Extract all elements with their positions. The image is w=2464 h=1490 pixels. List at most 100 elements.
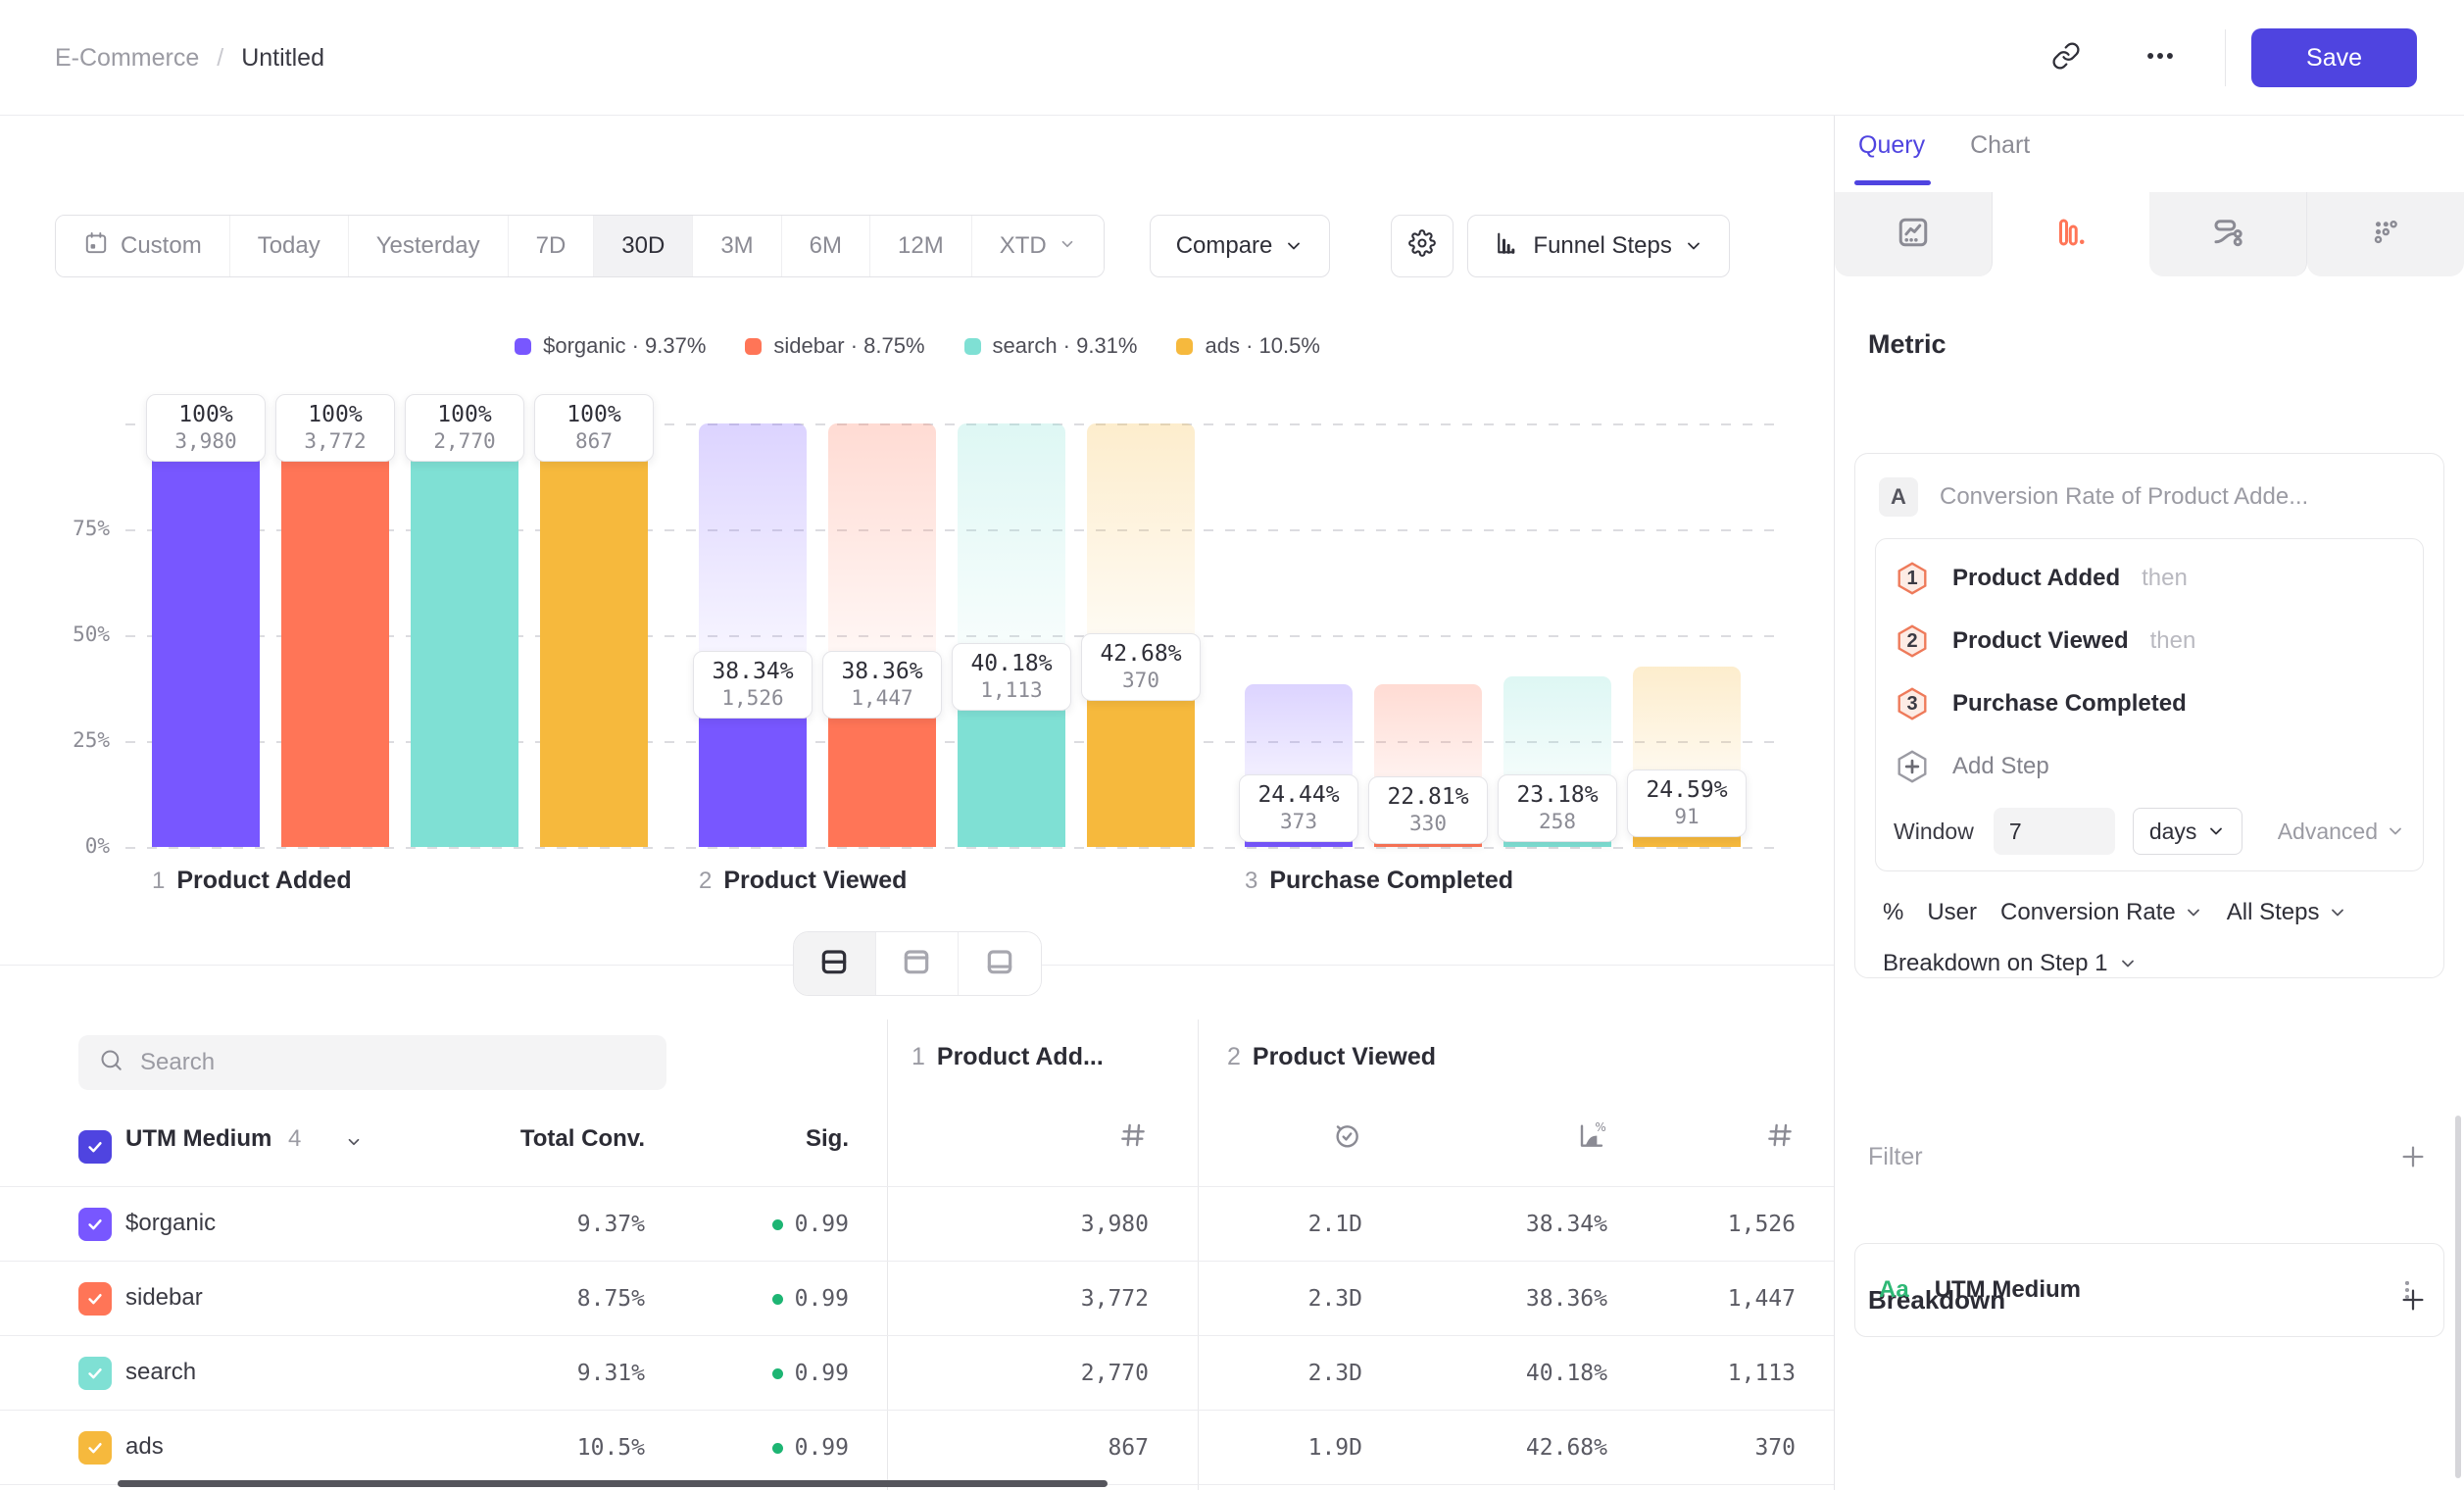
bar-value-label: 100%2,770	[405, 394, 524, 462]
chevron-down-icon	[2118, 954, 2138, 973]
save-button[interactable]: Save	[2251, 28, 2417, 87]
kebab-menu-icon[interactable]	[2394, 1277, 2420, 1303]
legend-item[interactable]: sidebar · 8.75%	[745, 333, 924, 359]
add-step-button[interactable]: Add Step	[1894, 735, 2049, 798]
significance-dot	[772, 1294, 783, 1305]
funnels-tab[interactable]	[1993, 192, 2149, 276]
layout-chart-icon	[901, 946, 932, 982]
breakdown-on-step-select[interactable]: Breakdown on Step 1	[1883, 950, 2138, 977]
conversion-rate-column-icon[interactable]: %	[1576, 1119, 1607, 1151]
total-conversion-cell: 10.5%	[577, 1435, 645, 1461]
horizontal-scrollbar-thumb[interactable]	[118, 1480, 1108, 1487]
metric-step-1[interactable]: 1Product Addedthen	[1894, 547, 2188, 610]
share-link-button[interactable]	[2045, 36, 2088, 79]
measure-row: % User Conversion Rate All Steps	[1883, 899, 2424, 926]
chart-type-button[interactable]: Funnel Steps	[1467, 215, 1729, 277]
step-event-name: Product Viewed	[1952, 627, 2129, 655]
funnel-bar-organic-step1[interactable]	[152, 423, 260, 847]
table-search	[78, 1035, 666, 1090]
row-checkbox[interactable]	[78, 1208, 112, 1241]
retention-tab[interactable]	[2307, 192, 2464, 276]
range-xtd[interactable]: XTD	[972, 216, 1104, 276]
breadcrumb-project[interactable]: E-Commerce	[55, 44, 199, 73]
y-axis-tick: 75%	[12, 517, 110, 540]
total-conv-header[interactable]: Total Conv.	[520, 1125, 645, 1153]
table-row-sidebar[interactable]: sidebar8.75%0.993,7722.3D38.36%1,447	[0, 1262, 1835, 1336]
window-value-input[interactable]	[1994, 808, 2115, 855]
bar-value-label: 22.81%330	[1368, 776, 1488, 844]
y-axis-tick: 25%	[12, 728, 110, 752]
insights-tab[interactable]	[1835, 192, 1993, 276]
window-unit-select[interactable]: days	[2133, 808, 2243, 855]
table-row-organic[interactable]: $organic9.37%0.993,9802.1D38.34%1,526	[0, 1187, 1835, 1262]
row-checkbox[interactable]	[78, 1282, 112, 1316]
measure-scope-select[interactable]: All Steps	[2227, 899, 2347, 926]
funnel-bar-search-step1[interactable]	[411, 423, 518, 847]
breakdown-column-header[interactable]: UTM Medium 4	[125, 1125, 301, 1153]
legend-item[interactable]: ads · 10.5%	[1176, 333, 1319, 359]
row-checkbox[interactable]	[78, 1431, 112, 1465]
chart-settings-button[interactable]	[1391, 215, 1454, 277]
select-all-checkbox[interactable]	[78, 1130, 112, 1164]
range-12m[interactable]: 12M	[870, 216, 972, 276]
measure-metric-label: Conversion Rate	[2000, 899, 2176, 926]
time-to-convert-column-icon[interactable]	[1331, 1119, 1362, 1151]
add-step-hexagon-icon	[1894, 748, 1931, 785]
column-group-step1-label: Product Add...	[937, 1043, 1104, 1071]
more-menu-button[interactable]	[2139, 36, 2182, 79]
step-number: 3	[1245, 868, 1257, 895]
range-30d[interactable]: 30D	[594, 216, 693, 276]
range-yesterday[interactable]: Yesterday	[349, 216, 509, 276]
metric-step-3[interactable]: 3Purchase Completed	[1894, 672, 2187, 735]
report-canvas: CustomTodayYesterday7D30D 3M 6M12MXTD Comp…	[0, 116, 1835, 1490]
table-row-ads[interactable]: ads10.5%0.998671.9D42.68%370	[0, 1411, 1835, 1485]
funnel-bar-ads-step1[interactable]	[540, 423, 648, 847]
count-column-icon[interactable]	[1117, 1119, 1149, 1151]
flows-tab[interactable]	[2149, 192, 2307, 276]
legend-item[interactable]: $organic · 9.37%	[515, 333, 706, 359]
bar-conversion-pct: 23.18%	[1503, 782, 1612, 808]
measure-entity-select[interactable]: User	[1927, 899, 1977, 926]
compare-button[interactable]: Compare	[1150, 215, 1331, 277]
range-3m[interactable]: 3M	[693, 216, 781, 276]
layout-split-toggle[interactable]	[794, 932, 876, 995]
search-input[interactable]	[140, 1049, 647, 1076]
breakdown-column-label: UTM Medium	[125, 1125, 271, 1152]
metric-step-2[interactable]: 2Product Viewedthen	[1894, 610, 2195, 672]
table-row-search[interactable]: search9.31%0.992,7702.3D40.18%1,113	[0, 1336, 1835, 1411]
add-filter-button[interactable]	[2395, 1139, 2431, 1174]
range-today[interactable]: Today	[230, 216, 349, 276]
conversion-window-row: Window days Advanced	[1894, 808, 2405, 855]
measure-metric-select[interactable]: Conversion Rate	[2000, 899, 2203, 926]
funnel-bar-sidebar-step1[interactable]	[281, 423, 389, 847]
bar-count: 373	[1244, 810, 1354, 833]
active-tab-underline	[1854, 180, 1931, 185]
range-7d[interactable]: 7D	[509, 216, 595, 276]
bar-count: 2,770	[410, 429, 519, 453]
layout-chart-toggle[interactable]	[876, 932, 959, 995]
range-custom[interactable]: Custom	[56, 216, 230, 276]
row-checkbox[interactable]	[78, 1357, 112, 1390]
funnel-steps-icon	[1494, 229, 1521, 264]
panel-scrollbar-thumb[interactable]	[2455, 1116, 2461, 1478]
step-number: 1	[152, 868, 165, 895]
count-column-icon[interactable]	[1764, 1119, 1796, 1151]
sig-header[interactable]: Sig.	[806, 1125, 849, 1153]
bar-count: 1,526	[698, 686, 808, 710]
step-hexagon-badge: 2	[1894, 622, 1931, 660]
report-title[interactable]: Untitled	[241, 44, 324, 73]
legend-item[interactable]: search · 9.31%	[964, 333, 1138, 359]
tab-chart[interactable]: Chart	[1970, 131, 2030, 174]
range-label: 3M	[720, 232, 753, 260]
tab-query[interactable]: Query	[1858, 131, 1925, 174]
range-6m[interactable]: 6M	[782, 216, 870, 276]
chevron-down-icon	[1684, 236, 1703, 256]
advanced-button[interactable]: Advanced	[2278, 819, 2405, 845]
bar-value-label: 23.18%258	[1498, 774, 1617, 842]
step-event-name: Purchase Completed	[1952, 690, 2187, 718]
layout-table-toggle[interactable]	[959, 932, 1041, 995]
step-name: Purchase Completed	[1269, 867, 1513, 895]
formula-row[interactable]: A Conversion Rate of Product Adde...	[1879, 477, 2424, 517]
step-badge-number: 1	[1906, 568, 1917, 590]
breakdown-property-card[interactable]: Aa UTM Medium	[1854, 1243, 2444, 1337]
